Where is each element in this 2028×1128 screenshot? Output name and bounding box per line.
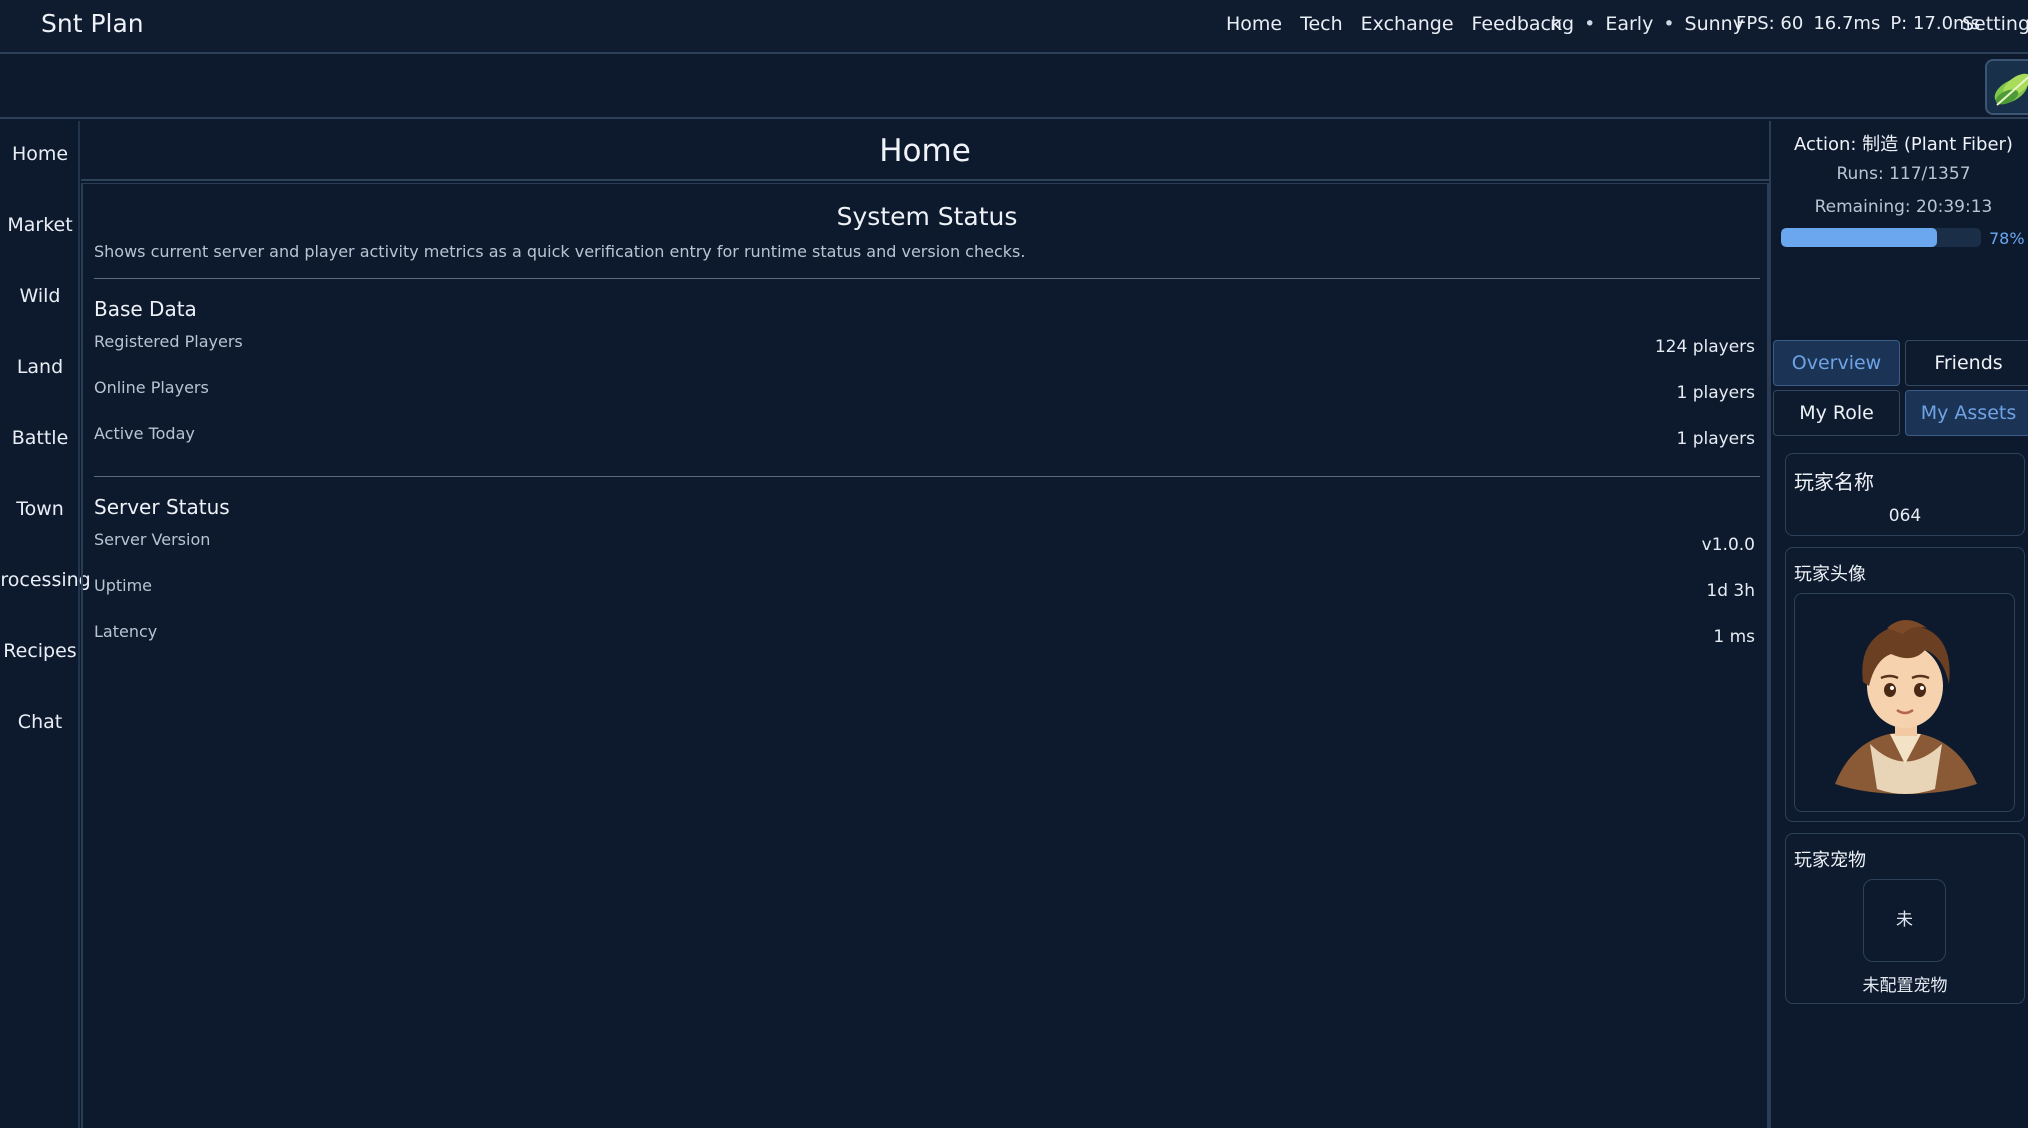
server-version-label: Server Version: [94, 530, 211, 549]
inventory-strip: [0, 56, 2028, 119]
uptime-label: Uptime: [94, 576, 153, 595]
plant-fiber-item-icon[interactable]: [1985, 59, 2028, 115]
player-name-card: 玩家名称 064: [1785, 453, 2025, 536]
tab-my-assets[interactable]: My Assets: [1905, 390, 2028, 436]
topnav-tech[interactable]: Tech: [1300, 13, 1343, 35]
action-progress-fill: [1781, 228, 1937, 247]
phase-status: Early: [1605, 13, 1654, 35]
separator-dot: •: [1584, 13, 1596, 35]
divider: [94, 278, 1760, 279]
online-players-value: 1 players: [1676, 383, 1755, 403]
registered-players-label: Registered Players: [94, 332, 243, 351]
avatar: [1835, 620, 1977, 794]
top-nav: Home Tech Exchange Feedback: [1226, 13, 1562, 35]
action-progress-bar: [1781, 228, 1981, 247]
uptime-value: 1d 3h: [1706, 581, 1755, 601]
action-runs: Runs: 117/1357: [1836, 164, 1971, 184]
world-status: ng • Early • Sunny: [1550, 13, 1744, 35]
server-version-value: v1.0.0: [1701, 535, 1755, 555]
sidenav-recipes[interactable]: Recipes: [0, 640, 80, 662]
fps-readout: FPS: 60: [1736, 13, 1804, 34]
frame-time-readout: 16.7ms: [1813, 13, 1881, 34]
page-title: Home: [81, 121, 1769, 181]
panel-description: Shows current server and player activity…: [94, 242, 1026, 261]
topnav-feedback[interactable]: Feedback: [1472, 13, 1562, 35]
server-status-title: Server Status: [94, 495, 230, 519]
player-pet-title: 玩家宠物: [1794, 850, 1866, 871]
pet-status: 未配置宠物: [1862, 976, 1948, 996]
topnav-home[interactable]: Home: [1226, 13, 1282, 35]
separator-dot: •: [1663, 13, 1675, 35]
player-name-title: 玩家名称: [1794, 470, 1874, 494]
base-data-title: Base Data: [94, 297, 197, 321]
sidenav-land[interactable]: Land: [0, 356, 80, 378]
panel-title: System Status: [836, 202, 1018, 231]
app-title: Snt Plan: [41, 9, 144, 38]
sidenav-home[interactable]: Home: [0, 143, 80, 165]
tab-overview[interactable]: Overview: [1773, 340, 1900, 386]
registered-players-value: 124 players: [1654, 337, 1755, 357]
sidenav-wild[interactable]: Wild: [0, 285, 80, 307]
sidenav-processing[interactable]: Processing: [0, 569, 92, 591]
current-action: Action: 制造 (Plant Fiber): [1794, 134, 2013, 155]
active-today-label: Active Today: [94, 424, 195, 443]
avatar-frame[interactable]: [1794, 593, 2015, 812]
tab-my-role[interactable]: My Role: [1773, 390, 1900, 436]
sidenav-town[interactable]: Town: [0, 498, 80, 520]
sidenav-chat[interactable]: Chat: [0, 711, 80, 733]
player-panel: Action: 制造 (Plant Fiber) Runs: 117/1357 …: [1769, 121, 2028, 1128]
player-pet-card: 玩家宠物 未 未配置宠物: [1785, 833, 2025, 1004]
time-status: ng: [1550, 13, 1575, 35]
settings-link[interactable]: Settings: [1962, 13, 2028, 35]
sidenav-market[interactable]: Market: [0, 214, 80, 236]
side-nav: Home Market Wild Land Battle Town Proces…: [0, 121, 91, 1128]
topnav-exchange[interactable]: Exchange: [1361, 13, 1454, 35]
top-bar: Snt Plan Home Tech Exchange Feedback ng …: [0, 0, 2028, 54]
pet-slot[interactable]: 未: [1863, 879, 1946, 962]
action-remaining: Remaining: 20:39:13: [1814, 197, 1993, 217]
sidenav-battle[interactable]: Battle: [0, 427, 80, 449]
divider: [94, 476, 1760, 477]
system-status-panel: System Status Shows current server and p…: [81, 183, 1769, 1128]
online-players-label: Online Players: [94, 378, 209, 397]
action-progress-percent: 78%: [1989, 229, 2025, 248]
perf-stats: FPS: 60 16.7ms P: 17.0ms: [1736, 13, 1980, 34]
main-content: Home System Status Shows current server …: [81, 121, 1769, 1128]
player-name-value: 064: [1888, 506, 1922, 526]
latency-value: 1 ms: [1713, 627, 1755, 647]
player-avatar-title: 玩家头像: [1794, 564, 1866, 585]
tab-friends[interactable]: Friends: [1905, 340, 2028, 386]
active-today-value: 1 players: [1676, 429, 1755, 449]
player-avatar-card: 玩家头像: [1785, 547, 2025, 822]
latency-label: Latency: [94, 622, 158, 641]
